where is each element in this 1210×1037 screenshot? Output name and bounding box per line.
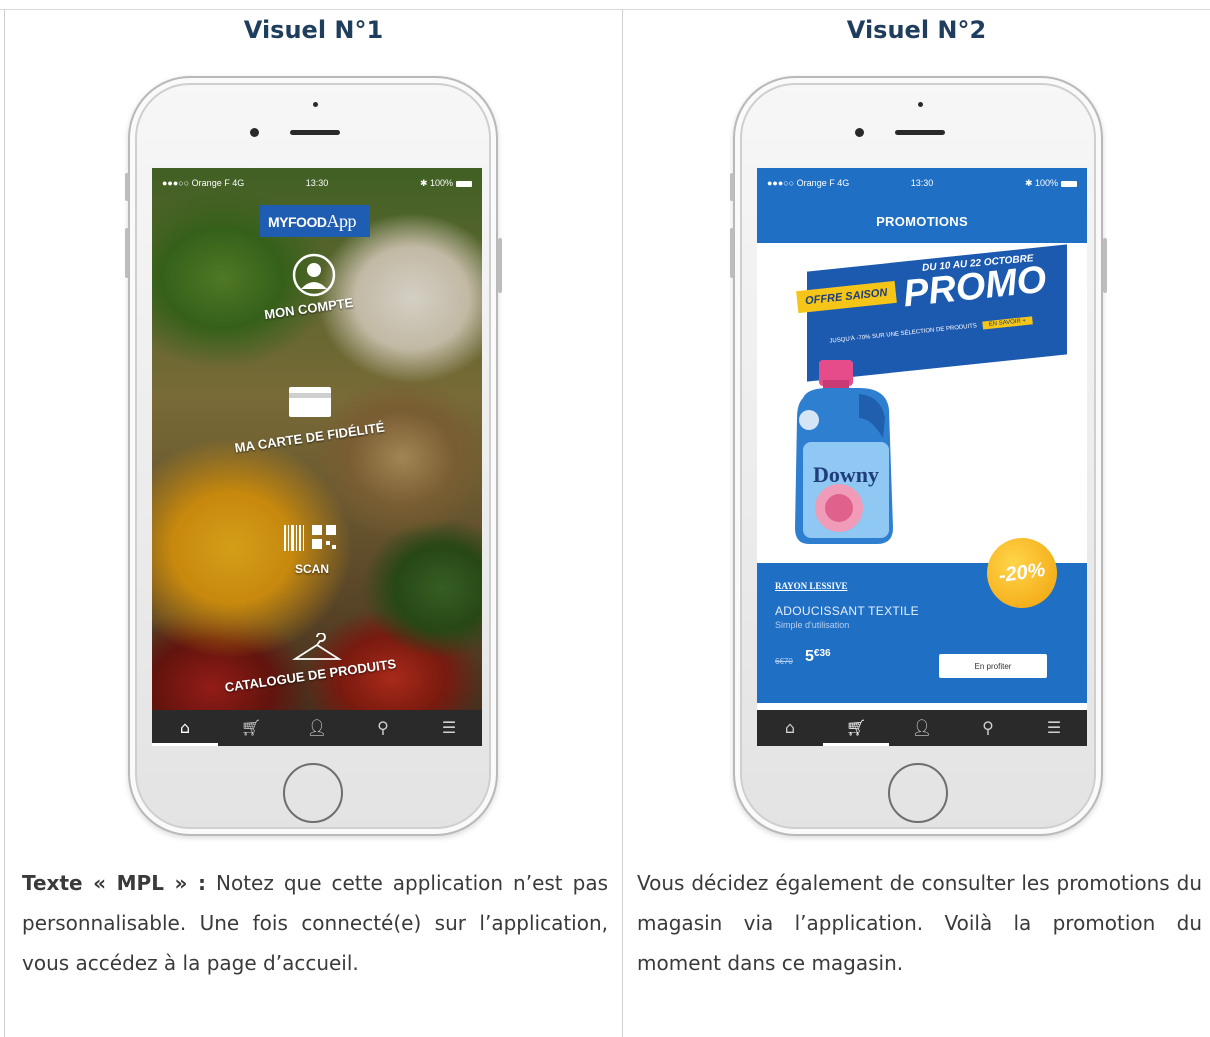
description-label: Texte « MPL » : [22,871,207,895]
phone-mute-switch [125,173,129,201]
logo-main-text: MYFOOD [268,214,327,230]
en-profiter-button[interactable]: En profiter [939,654,1047,678]
page-title: PROMOTIONS [876,214,968,229]
phone-sensor [918,102,923,107]
column-visuel-2: Visuel N°2 ●●●○○ Orange F 4G 13:30 ✱ 100… [623,10,1210,1037]
phone-camera [250,128,259,137]
column-title: Visuel N°1 [243,16,384,44]
tab-stores[interactable]: ⚲ [350,710,416,746]
bottom-tab-bar: ⌂ 🛒︎ 👤︎ ⚲ ☰ [152,710,482,746]
app-screen-promotions: ●●●○○ Orange F 4G 13:30 ✱ 100% PROMOTION… [757,168,1087,746]
phone-volume-up [730,228,734,278]
tab-cart[interactable]: 🛒︎ [823,710,889,746]
cart-icon: 🛒︎ [240,718,262,737]
description-paragraph: Texte « MPL » : Notez que cette applicat… [22,863,608,983]
status-bar: ●●●○○ Orange F 4G 13:30 ✱ 100% [152,168,482,198]
tab-stores[interactable]: ⚲ [955,710,1021,746]
old-price: 6€70 [775,657,793,666]
new-price-cents: €36 [813,648,831,659]
battery-icon [456,180,472,187]
menu-item-scan[interactable]: SCAN [295,562,329,576]
location-pin-icon: ⚲ [982,718,994,737]
hanger-icon[interactable] [291,632,343,667]
tab-menu[interactable]: ☰ [1021,710,1087,746]
rayon-link[interactable]: RAYON LESSIVE [775,581,847,591]
description-paragraph: Vous décidez également de consulter les … [637,871,1202,975]
user-icon: 👤︎ [911,718,933,737]
phone-home-button [888,763,948,823]
new-price-main: 5 [805,648,814,665]
tab-home[interactable]: ⌂ [152,710,218,746]
bottom-tab-bar: ⌂ 🛒︎ 👤︎ ⚲ ☰ [757,710,1087,746]
card-icon[interactable] [288,386,332,422]
tab-account[interactable]: 👤︎ [889,710,955,746]
battery-indicator: ✱ 100% [1025,178,1077,189]
column-visuel-1: Visuel N°1 ●●●○○ Orange F 4G 13:30 ✱ 100… [5,10,622,1037]
phone-mute-switch [730,173,734,201]
battery-icon [1061,180,1077,187]
tab-menu[interactable]: ☰ [416,710,482,746]
product-image[interactable]: Downy [789,358,899,548]
phone-mockup: ●●●○○ Orange F 4G 13:30 ✱ 100% PROMOTION… [730,76,1107,836]
new-price: 5€36 [805,648,831,666]
phone-volume-up [125,228,129,278]
phone-camera [855,128,864,137]
phone-power-button [498,238,502,293]
phone-speaker [895,130,945,135]
phone-home-button [283,763,343,823]
battery-label: ✱ 100% [1024,178,1058,188]
tab-home[interactable]: ⌂ [757,710,823,746]
user-circle-icon[interactable] [292,253,336,301]
menu-icon: ☰ [441,718,457,737]
tab-account[interactable]: 👤︎ [284,710,350,746]
document-page: Visuel N°1 ●●●○○ Orange F 4G 13:30 ✱ 100… [0,0,1210,1037]
user-icon: 👤︎ [306,718,328,737]
product-brand: Downy [813,462,879,487]
battery-indicator: ✱ 100% [420,178,472,189]
phone-sensor [313,102,318,107]
product-description: Simple d'utilisation [775,620,850,630]
phone-mockup: ●●●○○ Orange F 4G 13:30 ✱ 100% MYFOODApp… [125,76,502,836]
menu-icon: ☰ [1046,718,1062,737]
barcode-qr-icon[interactable] [282,521,340,559]
logo-app-text: App [326,211,356,231]
cart-icon: 🛒︎ [845,718,867,737]
phone-speaker [290,130,340,135]
home-icon: ⌂ [179,718,191,737]
battery-label: ✱ 100% [419,178,453,188]
product-name: ADOUCISSANT TEXTILE [775,604,919,618]
tab-cart[interactable]: 🛒︎ [218,710,284,746]
app-screen-home: ●●●○○ Orange F 4G 13:30 ✱ 100% MYFOODApp… [152,168,482,746]
phone-power-button [1103,238,1107,293]
column-title: Visuel N°2 [846,16,987,44]
app-logo: MYFOODApp [260,205,370,237]
status-bar: ●●●○○ Orange F 4G 13:30 ✱ 100% [757,168,1087,198]
location-pin-icon: ⚲ [377,718,389,737]
home-icon: ⌂ [784,718,796,737]
